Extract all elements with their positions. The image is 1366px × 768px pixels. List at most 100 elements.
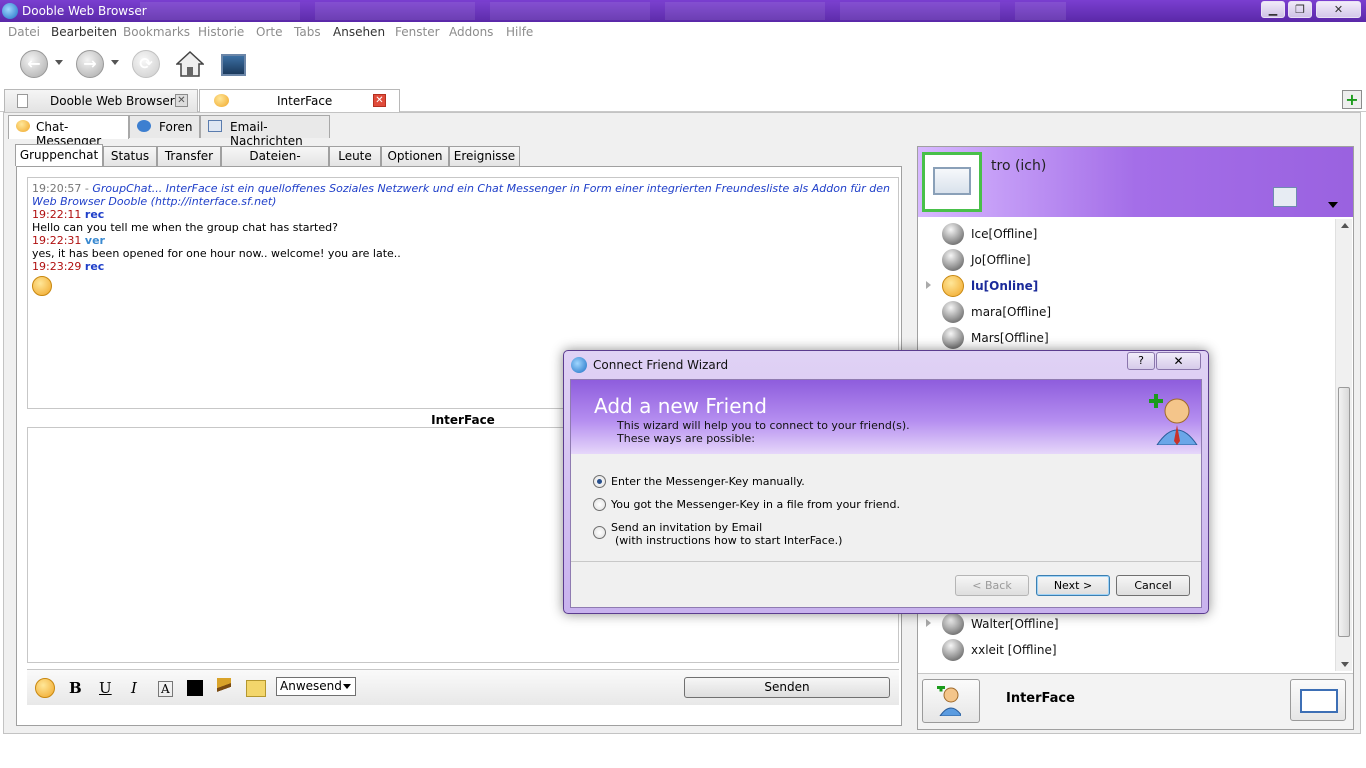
offline-status-icon xyxy=(942,327,964,349)
timestamp: 19:22:11 xyxy=(32,208,82,221)
status-bar xyxy=(0,735,1366,768)
friends-footer: InterFace xyxy=(918,673,1353,729)
friend-list-scrollbar[interactable] xyxy=(1335,219,1352,671)
text-color-icon[interactable] xyxy=(187,680,203,696)
offline-status-icon xyxy=(942,249,964,271)
avatar[interactable] xyxy=(922,152,982,212)
list-item[interactable]: Jo[Offline] xyxy=(918,247,1336,273)
menu-bearbeiten[interactable]: Bearbeiten xyxy=(51,25,117,39)
back-button[interactable]: < Back xyxy=(955,575,1029,596)
menu-orte[interactable]: Orte xyxy=(256,25,282,39)
close-tab-icon[interactable]: ✕ xyxy=(373,94,386,107)
tab-ereignisse[interactable]: Ereignisse xyxy=(449,146,520,166)
list-item[interactable]: lu[Online] xyxy=(918,273,1336,299)
emoticon-picker-icon[interactable] xyxy=(35,678,55,698)
menu-addons[interactable]: Addons xyxy=(449,25,493,39)
wizard-description-line: This wizard will help you to connect to … xyxy=(617,419,910,432)
chevron-down-icon xyxy=(343,684,351,689)
offline-status-icon xyxy=(942,639,964,661)
back-arrow-icon[interactable]: ← xyxy=(20,50,48,78)
close-tab-icon[interactable]: ✕ xyxy=(175,94,188,107)
tab-chat-messenger[interactable]: Chat-Messenger xyxy=(8,115,129,148)
tab-foren[interactable]: Foren xyxy=(129,115,200,138)
underline-icon[interactable]: U xyxy=(99,679,112,697)
scroll-thumb[interactable] xyxy=(1338,387,1350,637)
browser-tab-label: InterFace xyxy=(277,94,333,108)
tab-optionen[interactable]: Optionen xyxy=(381,146,449,166)
send-button[interactable]: Senden xyxy=(684,677,890,698)
chat-message: 19:22:11 rec xyxy=(32,208,894,221)
add-file-folder-icon[interactable] xyxy=(246,680,266,697)
chevron-down-icon[interactable] xyxy=(1328,202,1338,208)
envelope-icon xyxy=(933,167,971,195)
list-item[interactable]: Walter[Offline] xyxy=(918,611,1336,637)
contact-card-button[interactable] xyxy=(1290,679,1346,721)
window-title: Dooble Web Browser xyxy=(22,4,147,18)
offline-status-icon xyxy=(942,613,964,635)
forward-arrow-icon[interactable]: → xyxy=(76,50,104,78)
italic-icon[interactable]: I xyxy=(131,679,137,697)
add-friend-button[interactable] xyxy=(922,679,980,723)
list-item[interactable]: xxleit [Offline] xyxy=(918,637,1336,663)
home-icon[interactable] xyxy=(176,50,204,78)
chat-message: 19:22:31 ver xyxy=(32,234,894,247)
list-item[interactable]: Mars[Offline] xyxy=(918,325,1336,351)
grin-emoticon-icon xyxy=(32,276,52,296)
radio-manual-key[interactable] xyxy=(593,475,606,488)
tab-dateien-bibliothek[interactable]: Dateien-Bibliothek xyxy=(221,146,329,181)
divider xyxy=(571,561,1201,562)
new-tab-plus-icon[interactable]: + xyxy=(1342,90,1362,109)
message-text: Hello can you tell me when the group cha… xyxy=(32,221,338,234)
minimize-button[interactable]: ▁ xyxy=(1261,1,1285,18)
add-friend-icon xyxy=(1149,394,1198,445)
offline-status-icon xyxy=(942,223,964,245)
radio-email-invite[interactable] xyxy=(593,526,606,539)
dialog-close-button[interactable]: ✕ xyxy=(1156,352,1201,370)
menu-fenster[interactable]: Fenster xyxy=(395,25,440,39)
expand-arrow-icon[interactable] xyxy=(926,619,931,627)
app-icon xyxy=(2,3,18,19)
expand-arrow-icon[interactable] xyxy=(926,281,931,289)
presence-status-select[interactable]: Anwesend xyxy=(276,677,356,696)
clear-formatting-brush-icon[interactable] xyxy=(217,678,231,698)
wizard-heading: Add a new Friend xyxy=(594,394,767,418)
maximize-button[interactable]: ❐ xyxy=(1288,1,1312,18)
scroll-down-icon[interactable] xyxy=(1341,662,1349,667)
next-button[interactable]: Next > xyxy=(1036,575,1110,596)
back-dropdown-icon[interactable] xyxy=(55,60,63,65)
tab-gruppenchat[interactable]: Gruppenchat xyxy=(15,144,103,166)
option-label: You got the Messenger-Key in a file from… xyxy=(611,498,900,511)
radio-key-file[interactable] xyxy=(593,498,606,511)
help-button[interactable]: ? xyxy=(1127,352,1155,370)
cancel-button[interactable]: Cancel xyxy=(1116,575,1190,596)
username: ver xyxy=(84,234,105,247)
tab-transfer[interactable]: Transfer xyxy=(157,146,221,166)
menu-ansehen[interactable]: Ansehen xyxy=(333,25,385,39)
browser-tab-dooble[interactable]: Dooble Web Browser ✕ xyxy=(4,89,198,112)
font-icon[interactable]: A xyxy=(158,681,173,697)
menu-datei[interactable]: Datei xyxy=(8,25,40,39)
browser-tab-interface[interactable]: InterFace ✕ xyxy=(199,89,400,113)
tab-label: Foren xyxy=(159,120,193,134)
option-label: Enter the Messenger-Key manually. xyxy=(611,475,805,488)
scroll-up-icon[interactable] xyxy=(1341,223,1349,228)
browser-tab-label: Dooble Web Browser xyxy=(50,94,175,108)
tab-email-nachrichten[interactable]: Email-Nachrichten xyxy=(200,115,330,148)
tab-leute[interactable]: Leute xyxy=(329,146,381,166)
tab-status[interactable]: Status xyxy=(103,146,157,166)
desktop-icon[interactable] xyxy=(221,54,246,76)
add-person-icon xyxy=(937,686,961,716)
menu-historie[interactable]: Historie xyxy=(198,25,244,39)
list-item[interactable]: mara[Offline] xyxy=(918,299,1336,325)
close-window-button[interactable]: ✕ xyxy=(1316,1,1361,18)
stop-reload-icon[interactable]: ⟳ xyxy=(132,50,160,78)
bold-icon[interactable]: B xyxy=(69,679,82,697)
menu-bookmarks[interactable]: Bookmarks xyxy=(123,25,190,39)
menu-tabs[interactable]: Tabs xyxy=(294,25,321,39)
profile-header: tro (ich) xyxy=(918,147,1353,217)
profile-settings-icon[interactable] xyxy=(1273,187,1297,207)
list-item[interactable]: Ice[Offline] xyxy=(918,221,1336,247)
title-bar: Dooble Web Browser ▁ ❐ ✕ xyxy=(0,0,1366,22)
forward-dropdown-icon[interactable] xyxy=(111,60,119,65)
menu-hilfe[interactable]: Hilfe xyxy=(506,25,533,39)
